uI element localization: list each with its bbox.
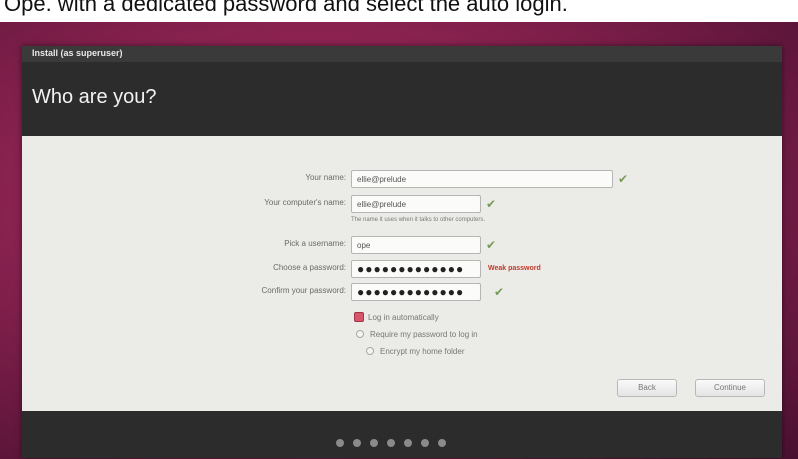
- username-label: Pick a username:: [284, 239, 346, 248]
- login-automatically-checkbox[interactable]: [354, 312, 364, 322]
- name-valid-icon: ✔: [618, 172, 629, 186]
- page-title: Who are you?: [32, 86, 157, 108]
- progress-footer: [22, 411, 782, 458]
- password-strength-label: Weak password: [488, 265, 541, 272]
- require-password-radio[interactable]: [356, 330, 364, 338]
- computer-name-field[interactable]: ellie@prelude: [351, 195, 481, 213]
- login-automatically-label[interactable]: Log in automatically: [368, 313, 439, 322]
- confirm-password-field[interactable]: ●●●●●●●●●●●●●: [351, 283, 481, 301]
- caption-strip: Ope. with a dedicated password and selec…: [0, 0, 798, 22]
- window-titlebar: Install (as superuser): [22, 46, 782, 62]
- window-title: Install (as superuser): [32, 48, 123, 58]
- progress-dot: [370, 439, 378, 447]
- progress-dot: [404, 439, 412, 447]
- name-label: Your name:: [305, 173, 346, 182]
- computer-name-hint: The name it uses when it talks to other …: [351, 217, 486, 223]
- progress-dot: [336, 439, 344, 447]
- progress-dot: [353, 439, 361, 447]
- caption-text: Ope. with a dedicated password and selec…: [4, 0, 568, 16]
- encrypt-home-checkbox[interactable]: [366, 347, 374, 355]
- desktop-background: Install (as superuser) Who are you? Your…: [0, 22, 798, 459]
- name-field[interactable]: ellie@prelude: [351, 170, 613, 188]
- username-field[interactable]: ope: [351, 236, 481, 254]
- password-label: Choose a password:: [273, 263, 346, 272]
- encrypt-home-label[interactable]: Encrypt my home folder: [380, 347, 464, 356]
- continue-button[interactable]: Continue: [695, 379, 765, 397]
- username-valid-icon: ✔: [486, 238, 497, 252]
- confirm-valid-icon: ✔: [494, 285, 505, 299]
- confirm-password-label: Confirm your password:: [261, 286, 346, 295]
- progress-dot: [438, 439, 446, 447]
- computer-name-valid-icon: ✔: [486, 197, 497, 211]
- progress-dot: [387, 439, 395, 447]
- form-panel: Your name: ellie@prelude ✔ Your computer…: [22, 136, 782, 411]
- computer-name-label: Your computer's name:: [264, 198, 346, 207]
- back-button[interactable]: Back: [617, 379, 677, 397]
- progress-dot: [421, 439, 429, 447]
- password-field[interactable]: ●●●●●●●●●●●●●: [351, 260, 481, 278]
- require-password-label[interactable]: Require my password to log in: [370, 330, 478, 339]
- installer-window: Install (as superuser) Who are you? Your…: [22, 46, 782, 458]
